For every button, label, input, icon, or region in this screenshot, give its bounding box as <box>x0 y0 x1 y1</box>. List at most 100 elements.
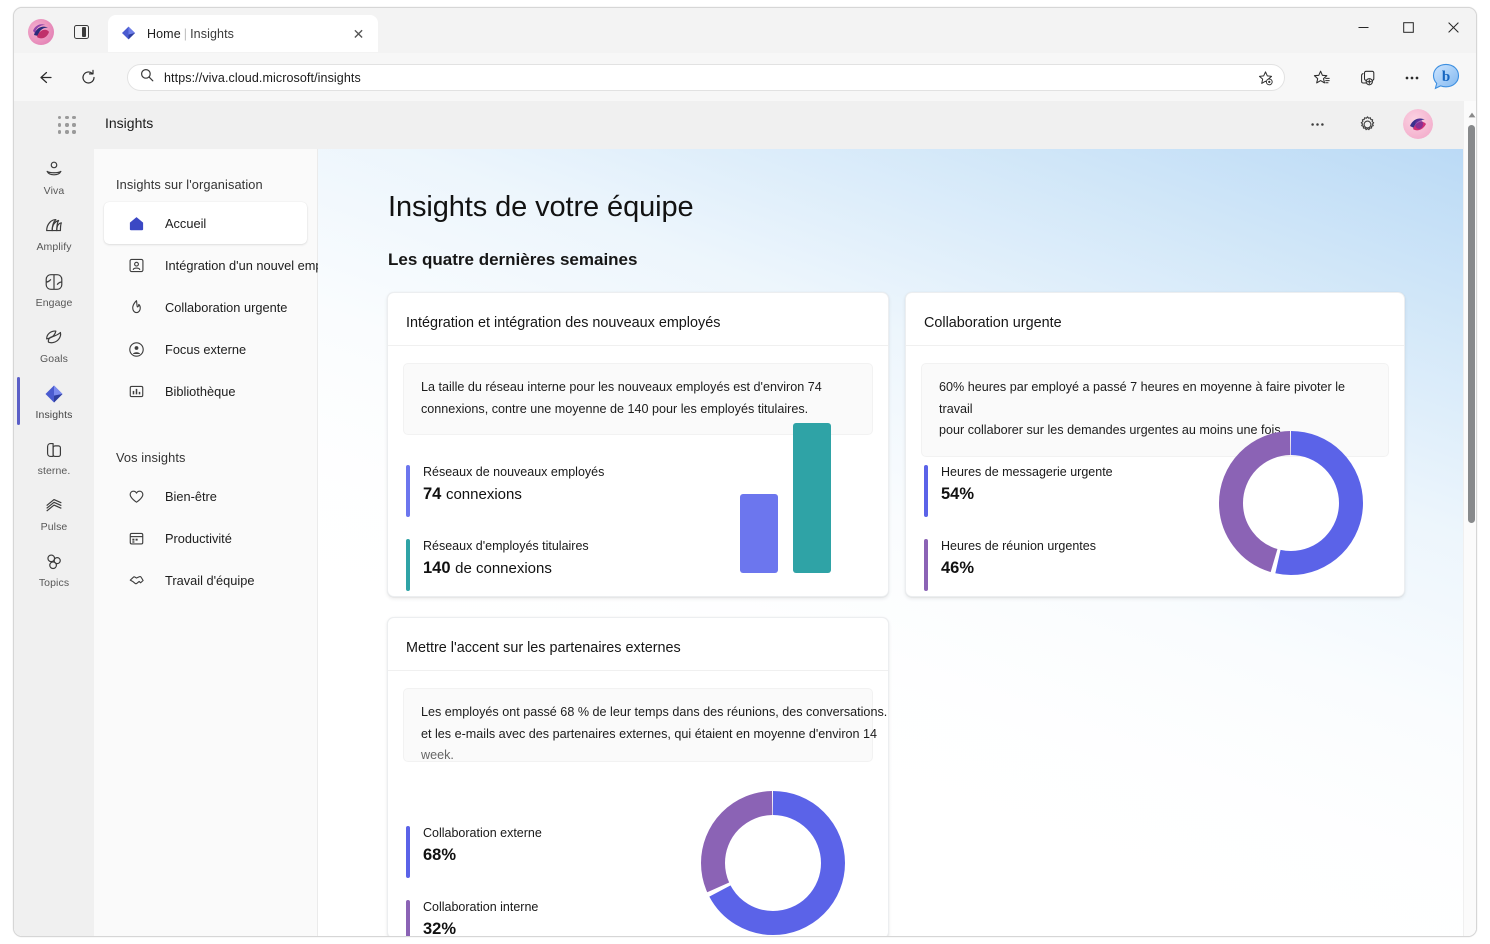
rail-item-engage[interactable]: Engage <box>14 261 94 317</box>
app-title: Insights <box>105 115 154 131</box>
window-controls <box>1341 8 1476 53</box>
reload-button[interactable] <box>74 63 102 91</box>
metric-color-bar <box>924 465 928 517</box>
tab-title-main: Home <box>147 26 181 41</box>
card-metrics: Collaboration externe 68% Collaboration … <box>406 826 542 937</box>
tab-title-sub: Insights <box>190 26 234 41</box>
add-favorite-icon[interactable] <box>1255 68 1276 89</box>
rail-item-topics[interactable]: Topics <box>14 541 94 597</box>
card-divider <box>388 345 888 346</box>
page-title: Insights de votre équipe <box>388 191 694 223</box>
window-close-button[interactable] <box>1431 8 1476 46</box>
sidebar-item-accueil[interactable]: Accueil <box>104 202 307 244</box>
search-icon <box>140 68 154 87</box>
card-note-line: connexions, contre une moyenne de 140 po… <box>421 401 809 416</box>
metric-label: Collaboration interne <box>423 900 539 914</box>
metric-color-bar <box>406 826 410 878</box>
secondary-nav-panel: Insights sur l'organisation Accueil Inté… <box>94 149 346 936</box>
metric-label: Heures de messagerie urgente <box>941 465 1113 479</box>
bar-tenured-employees <box>793 423 831 573</box>
window-minimize-button[interactable] <box>1341 8 1386 46</box>
sidebar-item-bibliotheque[interactable]: Bibliothèque <box>104 370 307 412</box>
page-scrollbar[interactable] <box>1463 101 1476 936</box>
collections-button[interactable] <box>1354 64 1382 91</box>
sidebar-item-focus-externe[interactable]: Focus externe <box>104 328 307 370</box>
card-divider <box>906 345 1404 346</box>
heart-icon <box>126 486 146 506</box>
browser-settings-more-button[interactable] <box>1398 64 1426 91</box>
card-divider <box>388 670 888 671</box>
address-bar[interactable]: https://viva.cloud.microsoft/insights <box>127 64 1285 91</box>
metric-label: Réseaux d'employés titulaires <box>423 539 589 553</box>
sidebar-item-collaboration-urgente[interactable]: Collaboration urgente <box>104 286 307 328</box>
rail-item-learning[interactable]: sterne. <box>14 429 94 485</box>
back-button[interactable] <box>30 63 58 91</box>
tab-title: Home | Insights <box>147 27 234 41</box>
rail-label: sterne. <box>37 465 71 477</box>
metric-value: 32% <box>423 920 457 937</box>
svg-text:b: b <box>1442 69 1450 85</box>
scrollbar-thumb[interactable] <box>1468 125 1475 523</box>
more-icon[interactable] <box>1303 110 1331 138</box>
card-metrics: Heures de messagerie urgente 54% Heures … <box>924 465 1113 596</box>
rail-item-goals[interactable]: Goals <box>14 317 94 373</box>
waffle-icon[interactable] <box>58 116 77 135</box>
rail-label: Topics <box>38 577 70 589</box>
sidebar-item-productivite[interactable]: Productivité <box>104 517 307 559</box>
copilot-icon[interactable]: b <box>1430 61 1462 93</box>
sidebar-item-onboarding[interactable]: Intégration d'un nouvel employé <box>104 244 346 286</box>
engage-icon <box>43 269 65 295</box>
card-onboarding-integration: Intégration et intégration des nouveaux … <box>387 292 889 597</box>
external-focus-icon <box>126 339 146 359</box>
edge-logo-icon <box>27 18 55 46</box>
card-external-partners: Mettre l'accent sur les partenaires exte… <box>387 617 889 937</box>
insights-icon <box>42 381 66 407</box>
sidebar-item-label: Productivité <box>165 530 232 546</box>
page-viewport: Insights Viva Amplify Engage Goals Insig… <box>14 101 1476 937</box>
card-summary-note: Les employés ont passé 68 % de leur temp… <box>403 688 888 762</box>
sidebar-item-label: Accueil <box>165 215 207 231</box>
pulse-icon <box>43 493 65 519</box>
rail-label: Engage <box>35 297 73 309</box>
sidebar-item-label: Bibliothèque <box>165 383 236 399</box>
sidebar-item-label: Focus externe <box>165 341 247 357</box>
card-title: Collaboration urgente <box>924 315 1062 331</box>
metric-item: Réseaux de nouveaux employés 74 connexio… <box>406 465 604 517</box>
tab-title-separator: | <box>183 26 188 41</box>
metric-item: Heures de messagerie urgente 54% <box>924 465 1113 517</box>
rail-item-insights[interactable]: Insights <box>14 373 94 429</box>
tab-actions-button[interactable] <box>69 21 93 43</box>
app-rail: Viva Amplify Engage Goals Insights stern… <box>14 149 94 936</box>
avatar[interactable] <box>1403 109 1433 139</box>
metric-item: Heures de réunion urgentes 46% <box>924 539 1113 591</box>
nav-group-title-organisation: Insights sur l'organisation <box>116 177 263 192</box>
rail-item-viva[interactable]: Viva <box>14 149 94 205</box>
gear-icon[interactable] <box>1353 110 1381 138</box>
browser-tabstrip: Home | Insights ✕ <box>14 8 1476 53</box>
metric-item: Collaboration interne 32% <box>406 900 542 937</box>
rail-item-amplify[interactable]: Amplify <box>14 205 94 261</box>
metric-value: 46% <box>941 559 975 577</box>
scroll-up-icon[interactable] <box>1464 107 1476 123</box>
app-header-bar: Insights <box>14 101 1463 149</box>
metric-number: 140 <box>423 559 451 577</box>
page-subtitle: Les quatre dernières semaines <box>388 250 638 269</box>
metric-color-bar <box>406 465 410 517</box>
rail-label: Goals <box>40 353 68 365</box>
nav-group-title-vos-insights: Vos insights <box>116 450 186 465</box>
learning-icon <box>43 437 65 463</box>
main-content: Insights de votre équipe Les quatre dern… <box>318 149 1463 937</box>
browser-tab[interactable]: Home | Insights ✕ <box>108 15 378 52</box>
rail-label: Amplify <box>36 241 72 253</box>
metric-unit: de connexions <box>455 560 552 577</box>
tab-close-icon[interactable]: ✕ <box>351 26 366 41</box>
rail-item-pulse[interactable]: Pulse <box>14 485 94 541</box>
window-maximize-button[interactable] <box>1386 8 1431 46</box>
sidebar-item-travail-equipe[interactable]: Travail d'équipe <box>104 559 307 601</box>
metric-label: Collaboration externe <box>423 826 542 840</box>
goals-icon <box>43 325 65 351</box>
card-note-line: Les employés ont passé 68 % de leur temp… <box>421 705 888 719</box>
metric-value: 54% <box>941 485 975 503</box>
sidebar-item-bien-etre[interactable]: Bien-être <box>104 475 307 517</box>
favorites-button[interactable] <box>1308 64 1336 91</box>
